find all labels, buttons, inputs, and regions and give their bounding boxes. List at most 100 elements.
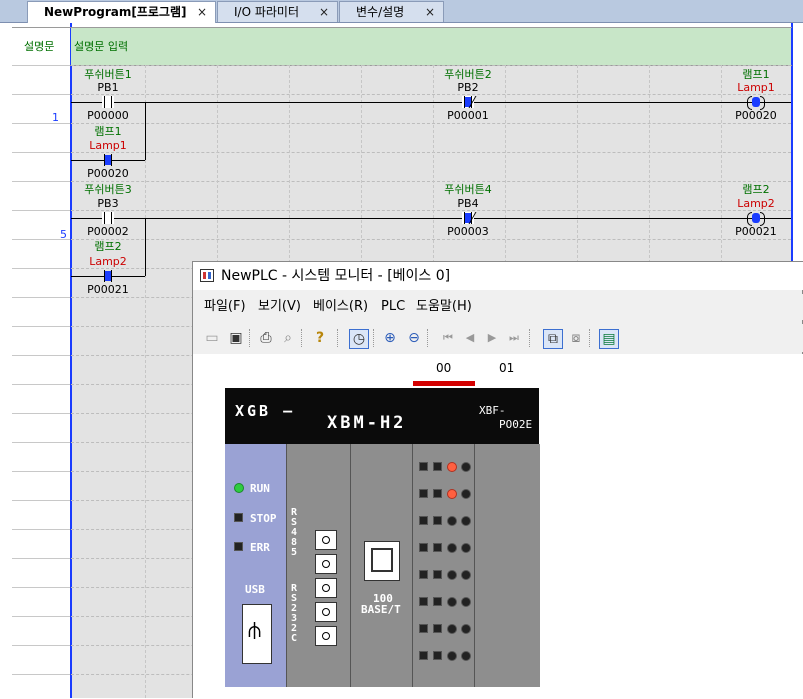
plc-base[interactable]: XGB — XBM-H2 XBF- PO02E RUN STOP ERR USB… [225,388,540,687]
step-row-line [12,674,70,675]
io-led [461,570,471,580]
contact-address: P00001 [447,109,489,122]
zoom-out-icon[interactable]: ⊖ [405,329,423,347]
module-icon[interactable]: ▤ [599,329,619,349]
left-power-rail [70,23,72,698]
print-icon[interactable]: ⎙ [257,329,275,347]
tab-label: I/O 파라미터 [234,5,300,19]
coil-comment: 램프1 [742,68,770,81]
toolbar-separator [301,329,304,347]
contact-pb1[interactable] [102,96,114,108]
coil-lamp1[interactable] [747,96,765,110]
system-icon[interactable]: ⧉ [543,329,563,349]
io-led [447,489,457,499]
io-led [447,543,457,553]
ethernet-module[interactable]: 100 BASE/T [350,444,413,687]
io-module[interactable] [412,444,475,687]
grid-row-line [71,181,791,182]
err-led [234,542,243,551]
step-column [12,23,70,698]
branch-address: P00020 [87,167,129,180]
contact-name: PB2 [457,81,479,94]
comment-placeholder[interactable]: 설명문 입력 [74,38,128,54]
contact-lamp2[interactable] [102,270,114,282]
io-indicator [419,543,428,552]
module-name-line2: PO02E [499,418,533,431]
grid-row-line [71,239,791,240]
grid-row-line [71,94,791,95]
print-preview-icon[interactable]: ⌕ [279,329,297,347]
step-row-line [12,616,70,617]
contact-pb4[interactable] [460,212,477,224]
close-icon[interactable]: × [319,2,329,22]
menu-base[interactable]: 베이스(R) [313,294,368,320]
window-titlebar[interactable]: NewPLC - 시스템 모니터 - [베이스 0] [193,262,803,290]
contact-pb2[interactable] [460,96,477,108]
tab-io-parameter[interactable]: I/O 파라미터 × [217,1,338,22]
toolbar-separator [249,329,252,347]
contact-pb3[interactable] [102,212,114,224]
open-icon[interactable]: ▭ [203,329,221,347]
module-name-line1: XBF- [479,404,506,417]
tab-new-program[interactable]: NewProgram[프로그램] × [27,1,216,23]
last-icon[interactable]: ⏭ [505,329,523,347]
terminal [315,554,337,574]
toolbar: ▭ ▣ ⎙ ⌕ ? ◷ ⊕ ⊖ ⏮ ◀ ▶ ⏭ ⧉ ⧇ ▤ [193,324,803,352]
port1-label: RS485 [291,507,298,558]
toolbar-separator [427,329,430,347]
step-row-line [12,210,70,211]
slot-number: 00 [436,361,452,375]
step-row-line [12,442,70,443]
stop-led [234,513,243,522]
io-indicator [419,597,428,606]
monitor-icon[interactable]: ◷ [349,329,369,349]
menu-view[interactable]: 보기(V) [258,294,301,320]
terminal [315,626,337,646]
io-indicator [433,489,442,498]
terminal [315,530,337,550]
network-icon[interactable]: ⧇ [567,329,585,347]
tab-variable-comment[interactable]: 변수/설명 × [339,1,444,22]
zoom-in-icon[interactable]: ⊕ [381,329,399,347]
step-row-line [12,645,70,646]
serial-ports[interactable]: RS485 RS232C [286,444,351,687]
step-row-line [12,297,70,298]
coil-lamp2[interactable] [747,212,765,226]
menu-file[interactable]: 파일(F) [204,294,246,320]
menu-plc[interactable]: PLC [381,294,405,320]
contact-lamp1[interactable] [102,154,114,166]
empty-slot[interactable] [474,444,540,687]
usb-port[interactable]: ⫛ [242,604,272,664]
led-label: STOP [250,512,277,525]
plc-brand: XGB — [235,402,296,420]
step-row-line [12,123,70,124]
contact-address: P00000 [87,109,129,122]
prev-icon[interactable]: ◀ [461,329,479,347]
contact-comment: 푸쉬버튼3 [84,183,132,196]
base-canvas[interactable]: 00 01 XGB — XBM-H2 XBF- PO02E RUN STOP E… [193,354,803,699]
help-icon[interactable]: ? [311,329,329,347]
run-led [234,483,244,493]
close-icon[interactable]: × [425,2,435,22]
io-led [461,489,471,499]
step-row-line [12,413,70,414]
next-icon[interactable]: ▶ [483,329,501,347]
step-row-line [12,355,70,356]
comment-row[interactable]: 설명문 입력 [71,27,791,65]
led-label: ERR [250,541,270,554]
cpu-module[interactable]: RUN STOP ERR USB ⫛ [225,444,286,687]
step-row-line [12,65,70,66]
close-icon[interactable]: × [197,2,207,22]
save-icon[interactable]: ▣ [227,329,245,347]
step-row-line [12,471,70,472]
usb-label: USB [245,583,265,596]
app-icon [200,269,214,282]
ethernet-port[interactable] [364,541,400,581]
io-led [447,570,457,580]
rung-wire [71,218,791,219]
first-icon[interactable]: ⏮ [439,329,457,347]
menu-help[interactable]: 도움말(H) [416,294,472,320]
coil-address: P00021 [735,225,777,238]
system-monitor-window[interactable]: NewPLC - 시스템 모니터 - [베이스 0] 파일(F) 보기(V) 베… [192,261,803,699]
terminal [315,602,337,622]
